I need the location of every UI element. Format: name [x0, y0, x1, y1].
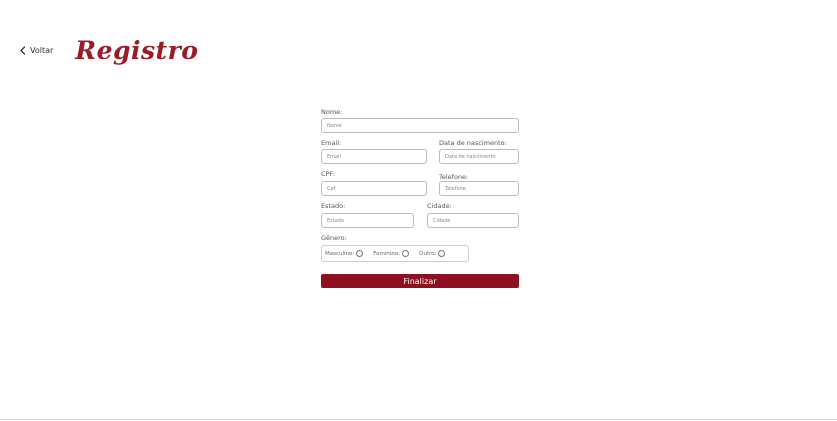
nascimento-label: Data de nascimento:	[439, 139, 507, 147]
radio-masculino[interactable]: Masculino:	[325, 250, 364, 257]
radio-circle-icon[interactable]	[356, 250, 364, 257]
nome-label: Nome:	[321, 108, 343, 116]
telefone-input[interactable]: Telefone	[439, 181, 519, 196]
radio-feminino-label: Feminino:	[373, 250, 401, 257]
genero-group: Gênero: Masculino: Feminino: Outro:	[321, 234, 519, 262]
email-group: Email: Email	[321, 139, 427, 164]
cpf-input[interactable]: Cpf	[321, 181, 427, 196]
cidade-group: Cidade: Cidade	[427, 202, 519, 228]
registration-form: Nome: Nome Email: Email Data de nascimen…	[321, 108, 519, 288]
genero-label: Gênero:	[321, 234, 347, 242]
estado-cidade-row: Estado: Estado Cidade: Cidade	[321, 202, 519, 228]
header: Voltar Registro	[18, 36, 198, 65]
estado-input[interactable]: Estado	[321, 213, 414, 228]
nascimento-input[interactable]: Data de nascimento	[439, 149, 519, 164]
estado-label: Estado:	[321, 202, 346, 210]
telefone-label: Telefone:	[439, 173, 469, 181]
email-label: Email:	[321, 139, 342, 147]
nome-group: Nome: Nome	[321, 108, 519, 133]
nascimento-group: Data de nascimento: Data de nascimento	[439, 139, 519, 164]
nome-input[interactable]: Nome	[321, 118, 519, 133]
back-link[interactable]: Voltar	[18, 46, 53, 56]
cpf-label: CPF:	[321, 170, 335, 178]
cidade-label: Cidade:	[427, 202, 452, 210]
email-input[interactable]: Email	[321, 149, 427, 164]
chevron-left-icon	[18, 46, 26, 56]
telefone-group: Telefone: Telefone	[439, 170, 519, 196]
page-title: Registro	[75, 36, 199, 65]
radio-outro[interactable]: Outro:	[419, 250, 446, 257]
radio-feminino[interactable]: Feminino:	[373, 250, 410, 257]
genero-options: Masculino: Feminino: Outro:	[321, 245, 469, 262]
back-label: Voltar	[30, 46, 54, 55]
registration-page: Voltar Registro Nome: Nome Email: Email …	[0, 0, 837, 421]
email-nascimento-row: Email: Email Data de nascimento: Data de…	[321, 139, 519, 164]
finalizar-button[interactable]: Finalizar	[321, 274, 519, 288]
radio-circle-icon[interactable]	[438, 250, 446, 257]
radio-outro-label: Outro:	[419, 250, 437, 257]
estado-group: Estado: Estado	[321, 202, 414, 228]
cidade-input[interactable]: Cidade	[427, 213, 519, 228]
cpf-telefone-row: CPF: Cpf Telefone: Telefone	[321, 170, 519, 196]
radio-masculino-label: Masculino:	[325, 250, 355, 257]
cpf-group: CPF: Cpf	[321, 170, 427, 196]
footer-divider	[0, 419, 837, 420]
radio-circle-icon[interactable]	[402, 250, 410, 257]
